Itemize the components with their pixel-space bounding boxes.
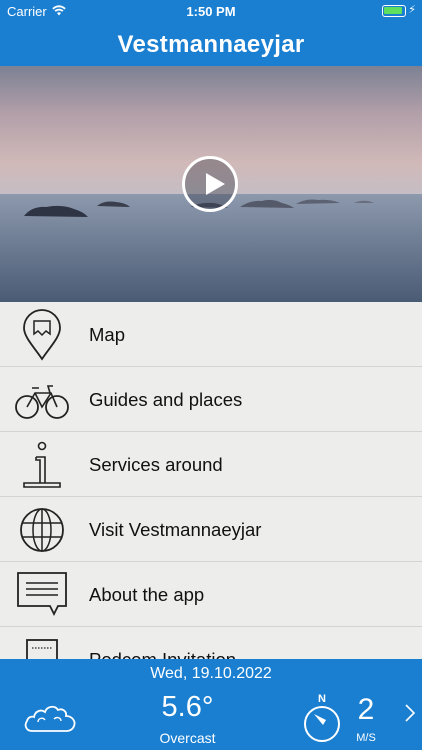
hero-video[interactable]	[0, 66, 422, 302]
charging-icon: ⚡	[408, 4, 416, 16]
weather-condition: Overcast	[159, 730, 216, 746]
menu-item-podcom[interactable]: Podcom Invitation	[0, 627, 422, 659]
menu-item-about[interactable]: About the app	[0, 562, 422, 627]
info-icon	[14, 439, 70, 491]
menu-item-map[interactable]: Map	[0, 302, 422, 367]
cloud-icon	[24, 695, 78, 740]
main-menu: Map Guides and places Services around Vi…	[0, 302, 422, 659]
wind-unit: M/S	[356, 732, 376, 744]
menu-item-label: Map	[89, 324, 125, 345]
clock: 1:50 PM	[186, 4, 236, 19]
bicycle-icon	[14, 374, 70, 426]
weather-temperature: 5.6°	[161, 691, 214, 723]
document-icon	[14, 634, 70, 659]
menu-item-label: Podcom Invitation	[89, 627, 236, 659]
status-bar: Carrier 1:50 PM ⚡	[0, 0, 422, 22]
menu-item-label: Guides and places	[89, 389, 243, 410]
nav-bar: Vestmannaeyjar	[0, 22, 422, 66]
menu-item-guides[interactable]: Guides and places	[0, 367, 422, 432]
weather-bar[interactable]: Wed, 19.10.2022 5.6° Overcast N 2 M/S	[0, 659, 422, 750]
wind-direction-label: N	[318, 693, 326, 705]
message-icon	[14, 569, 70, 621]
map-pin-icon	[14, 309, 70, 361]
wind-speed: 2	[357, 693, 375, 726]
globe-icon	[14, 504, 70, 556]
menu-item-services[interactable]: Services around	[0, 432, 422, 497]
chevron-right-icon[interactable]	[404, 703, 416, 728]
wind-direction-icon: N	[302, 692, 344, 749]
menu-item-label: About the app	[89, 584, 205, 605]
menu-item-label: Services around	[89, 454, 223, 475]
menu-item-label: Visit Vestmannaeyjar	[89, 519, 262, 540]
play-button[interactable]	[182, 156, 238, 212]
page-title: Vestmannaeyjar	[117, 31, 305, 58]
battery-icon	[382, 5, 406, 17]
menu-item-visit[interactable]: Visit Vestmannaeyjar	[0, 497, 422, 562]
weather-date: Wed, 19.10.2022	[150, 665, 272, 682]
